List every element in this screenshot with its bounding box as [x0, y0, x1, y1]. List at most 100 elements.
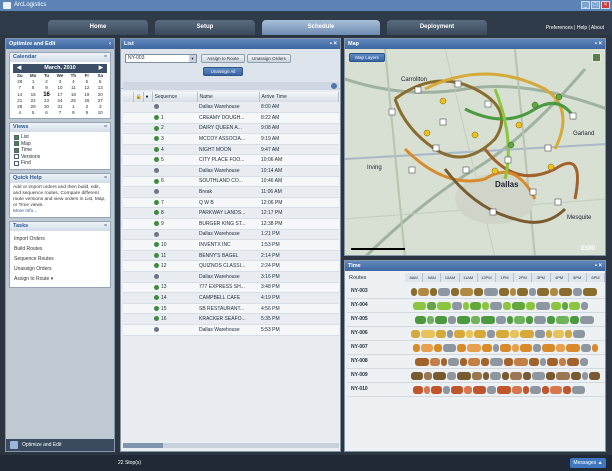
assign-to-route-button[interactable]: Assign to Route: [201, 54, 245, 63]
stop-bar[interactable]: [582, 372, 588, 380]
stop-bar[interactable]: [490, 358, 503, 366]
row-select-cell[interactable]: [123, 112, 133, 124]
stop-bar[interactable]: [530, 386, 541, 394]
stop-bar[interactable]: [510, 372, 522, 380]
unassign-all-button[interactable]: Unassign All: [203, 67, 243, 76]
stop-bar[interactable]: [431, 386, 442, 394]
table-row[interactable]: 12 QUIZNOS CLASSI... 2:24 PM: [123, 260, 339, 272]
col-arrive-time[interactable]: Arrive Time: [259, 92, 339, 102]
stop-bar[interactable]: [487, 330, 495, 338]
stop-bar[interactable]: [433, 372, 446, 380]
calendar-day[interactable]: 8: [67, 110, 80, 116]
route-timeline-row[interactable]: NY-010: [347, 383, 605, 397]
stop-bar[interactable]: [580, 316, 594, 324]
stop-bar[interactable]: [490, 302, 502, 310]
stop-bar[interactable]: [418, 288, 429, 296]
tab-deployment[interactable]: Deployment: [387, 20, 487, 35]
calendar-day[interactable]: 10: [94, 110, 107, 116]
table-row[interactable]: 8 PARKWAY LANDS... 12:17 PM: [123, 207, 339, 220]
stop-bar[interactable]: [563, 386, 571, 394]
messages-button[interactable]: Messages ▲: [570, 458, 606, 468]
stop-bar[interactable]: [583, 288, 597, 296]
stop-bar[interactable]: [504, 358, 513, 366]
stop-bar[interactable]: [523, 372, 531, 380]
col-sequence[interactable]: Sequence: [152, 92, 198, 102]
stop-bar[interactable]: [448, 358, 459, 366]
stop-bar[interactable]: [533, 344, 541, 352]
stop-bar[interactable]: [482, 302, 489, 310]
pane-controls-icon[interactable]: ▪ ×: [330, 39, 337, 49]
stop-bar[interactable]: [472, 372, 482, 380]
stop-bar[interactable]: [435, 316, 447, 324]
row-select-cell[interactable]: [123, 271, 133, 283]
checkbox-icon[interactable]: [14, 160, 19, 166]
table-row[interactable]: Break 11:06 AM: [123, 186, 339, 198]
stop-bar[interactable]: [471, 316, 480, 324]
calendar-day[interactable]: 6: [40, 110, 53, 116]
route-timeline-row[interactable]: NY-009: [347, 369, 605, 383]
stop-bar[interactable]: [421, 344, 433, 352]
stop-bar[interactable]: [437, 302, 451, 310]
stop-bar[interactable]: [550, 288, 558, 296]
minimize-icon[interactable]: _: [581, 1, 590, 9]
row-lock-cell[interactable]: [133, 239, 143, 251]
task-unassign-orders[interactable]: Unassign Orders: [14, 264, 106, 274]
unassign-orders-button[interactable]: Unassign Orders: [247, 54, 291, 63]
stop-bar[interactable]: [526, 316, 533, 324]
row-select-cell[interactable]: [123, 207, 133, 220]
stop-bar[interactable]: [460, 288, 473, 296]
stop-bar[interactable]: [567, 358, 579, 366]
row-lock-cell[interactable]: [133, 260, 143, 272]
stop-bar[interactable]: [443, 386, 450, 394]
col-name[interactable]: Name: [197, 92, 260, 102]
stop-bar[interactable]: [537, 288, 549, 296]
row-lock-cell[interactable]: [133, 303, 143, 315]
checkbox-icon[interactable]: [14, 147, 19, 153]
stop-bar[interactable]: [510, 288, 516, 296]
table-row[interactable]: 5 CITY PLACE FOO... 10:06 AM: [123, 154, 339, 167]
top-links[interactable]: Preferences | Help | About: [546, 25, 604, 31]
stop-bar[interactable]: [496, 330, 509, 338]
stop-bar[interactable]: [466, 330, 473, 338]
stop-bar[interactable]: [424, 372, 432, 380]
stop-bar[interactable]: [580, 358, 588, 366]
stop-bar[interactable]: [542, 344, 555, 352]
row-select-cell[interactable]: [123, 144, 133, 156]
stop-bar[interactable]: [464, 386, 472, 394]
row-select-cell[interactable]: [123, 324, 133, 336]
route-select[interactable]: NY-003 ▼: [125, 54, 197, 63]
row-lock-cell[interactable]: [133, 292, 143, 304]
stop-bar[interactable]: [413, 302, 426, 310]
stop-bar[interactable]: [443, 344, 456, 352]
stop-bar[interactable]: [536, 302, 550, 310]
stop-bar[interactable]: [427, 302, 436, 310]
route-timeline-row[interactable]: NY-008: [347, 355, 605, 369]
table-row[interactable]: 4 NIGHT MOON 9:47 AM: [123, 144, 339, 156]
stop-bar[interactable]: [448, 316, 456, 324]
pane-controls-icon[interactable]: ▪ ×: [595, 39, 602, 49]
route-timeline-row[interactable]: NY-003: [347, 285, 605, 299]
calendar-day[interactable]: 9: [80, 110, 93, 116]
row-select-cell[interactable]: [123, 133, 133, 145]
stop-bar[interactable]: [470, 302, 481, 310]
task-build-routes[interactable]: Build Routes: [14, 244, 106, 254]
stop-bar[interactable]: [523, 386, 529, 394]
row-select-cell[interactable]: [123, 176, 133, 188]
row-select-cell[interactable]: [123, 260, 133, 272]
pin-icon[interactable]: ‹: [109, 39, 111, 49]
stop-bar[interactable]: [473, 386, 486, 394]
table-row[interactable]: 2 DAIRY QUEEN A... 9:08 AM: [123, 123, 339, 135]
route-timeline-row[interactable]: NY-007: [347, 341, 605, 355]
row-select-cell[interactable]: [123, 292, 133, 304]
stop-bar[interactable]: [481, 358, 489, 366]
stop-bar[interactable]: [529, 358, 539, 366]
stop-bar[interactable]: [512, 344, 519, 352]
map-canvas[interactable]: Carrollton Irving Dallas Garland Mesquit…: [345, 49, 606, 256]
stop-bar[interactable]: [546, 330, 552, 338]
stop-bar[interactable]: [510, 330, 519, 338]
stop-bar[interactable]: [556, 316, 569, 324]
stop-bar[interactable]: [415, 358, 429, 366]
stop-bar[interactable]: [562, 302, 568, 310]
stop-bar[interactable]: [457, 372, 471, 380]
more-info-link[interactable]: More Info...: [13, 209, 107, 215]
